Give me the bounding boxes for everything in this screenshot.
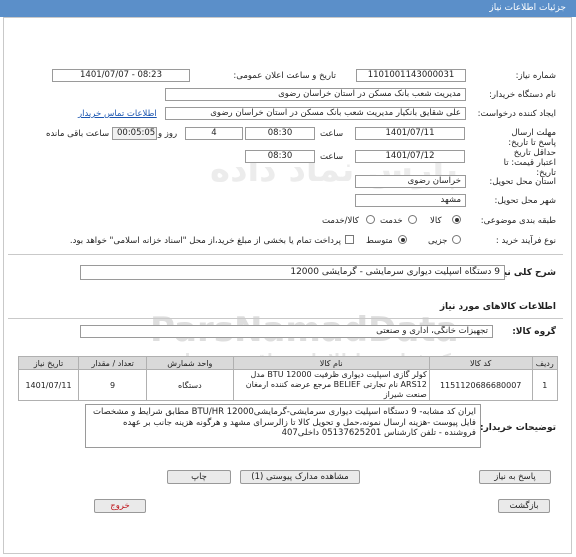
col-unit: واحد شمارش (146, 356, 234, 370)
header-bar: جزئیات اطلاعات نیاز (0, 0, 576, 17)
goods-info-title: اطلاعات کالاهای مورد نیاز (439, 302, 556, 312)
purchase-minor-radio[interactable] (452, 235, 461, 244)
buyer-contact-link[interactable]: اطلاعات تماس خریدار (78, 109, 157, 119)
validity-time-field: 08:30 (245, 150, 315, 163)
category-service-label: خدمت (380, 216, 403, 226)
divider-2 (8, 318, 563, 319)
province-field: خراسان رضوی (355, 175, 466, 188)
remaining-time-label: ساعت باقی مانده (46, 129, 110, 139)
deadline-time-label: ساعت (320, 129, 344, 139)
col-need-date: تاریخ نیاز (18, 356, 79, 370)
cell-code: 1151120686680007 (428, 369, 533, 401)
purchase-minor-label: جزیی (428, 236, 448, 246)
category-label: طبقه بندی موضوعی: (480, 216, 556, 226)
page-title: جزئیات اطلاعات نیاز (489, 3, 566, 13)
goods-group-field: تجهیزات خانگی، اداری و صنعتی (80, 325, 493, 338)
purchase-medium-radio[interactable] (398, 235, 407, 244)
purchase-label: نوع فرآیند خرید : (495, 236, 556, 246)
goods-group-label: گروه کالا: (512, 327, 556, 337)
province-label: استان محل تحویل: (489, 177, 556, 187)
category-service-radio[interactable] (408, 215, 417, 224)
goods-table: تاریخ نیاز تعداد / مقدار واحد شمارش نام … (18, 356, 559, 401)
city-field: مشهد (355, 194, 466, 207)
cell-name: کولر گازی اسپلیت دیواری ظرفیت 12000 BTU … (232, 369, 430, 401)
cell-row: 1 (531, 369, 559, 401)
exit-button[interactable]: خروج (94, 499, 146, 513)
buyer-notes-label: توضیحات خریدار: (480, 423, 556, 433)
deadline-date-field: 1401/07/11 (355, 127, 465, 140)
print-button[interactable]: چاپ (167, 470, 231, 484)
category-goods-service-label: کالا/خدمت (322, 216, 359, 226)
page: جزئیات اطلاعات نیاز ParsNamadData پارس ن… (0, 0, 576, 557)
cell-unit: دستگاه (146, 369, 234, 401)
reply-button[interactable]: پاسخ به نیاز (479, 470, 551, 484)
divider-1 (8, 254, 563, 255)
validity-label: حداقل تاریخ اعتبار قیمت: تا تاریخ: (503, 148, 556, 178)
cell-quantity: 9 (77, 369, 148, 401)
buyer-org-label: نام دستگاه خریدار: (489, 90, 556, 100)
validity-date-field: 1401/07/12 (355, 150, 465, 163)
category-goods-label: کالا (430, 216, 442, 226)
requester-label: ایجاد کننده درخواست: (477, 109, 556, 119)
deadline-time-field: 08:30 (245, 127, 315, 140)
purchase-medium-label: متوسط (366, 236, 393, 246)
back-button[interactable]: بازگشت (498, 499, 550, 513)
table-row: 1401/07/11 9 دستگاه کولر گازی اسپلیت دیو… (18, 369, 559, 401)
requester-field: علی شقایق بانکیار مدیریت شعب بانک مسکن د… (165, 107, 466, 120)
remaining-time-field: 00:05:05 (112, 127, 157, 140)
deadline-label: مهلت ارسال پاسخ تا تاریخ: (508, 128, 556, 148)
category-goods-radio[interactable] (452, 215, 461, 224)
cell-need-date: 1401/07/11 (18, 369, 79, 401)
need-number-field: 1101001143000031 (356, 69, 466, 82)
col-code: کد کالا (428, 356, 533, 370)
buyer-notes-field: ایران کد مشابه- 9 دستگاه اسپلیت دیواری س… (85, 404, 481, 448)
city-label: شهر محل تحویل: (494, 196, 556, 206)
attachments-button[interactable]: مشاهده مدارک پیوستی (1) (240, 470, 360, 484)
col-row: ردیف (531, 356, 559, 370)
deadline-days-field: 4 (185, 127, 243, 140)
col-quantity: تعداد / مقدار (77, 356, 148, 370)
announce-label: تاریخ و ساعت اعلان عمومی: (233, 71, 336, 81)
treasury-checkbox[interactable] (345, 235, 354, 244)
col-name: نام کالا (232, 356, 430, 370)
announce-field: 1401/07/07 - 08:23 (52, 69, 190, 82)
validity-time-label: ساعت (320, 152, 344, 162)
buyer-org-field: مدیریت شعب بانک مسکن در استان خراسان رضو… (165, 88, 466, 101)
need-number-label: شماره نیاز: (515, 71, 556, 81)
deadline-days-label: روز و (158, 129, 178, 139)
payment-note: پرداخت تمام یا بخشی از مبلغ خرید،از محل … (69, 236, 341, 246)
table-header-row: تاریخ نیاز تعداد / مقدار واحد شمارش نام … (18, 356, 559, 370)
summary-field: 9 دستگاه اسپلیت دیواری سرمایشی - گرمایشی… (80, 265, 505, 280)
category-goods-service-radio[interactable] (366, 215, 375, 224)
